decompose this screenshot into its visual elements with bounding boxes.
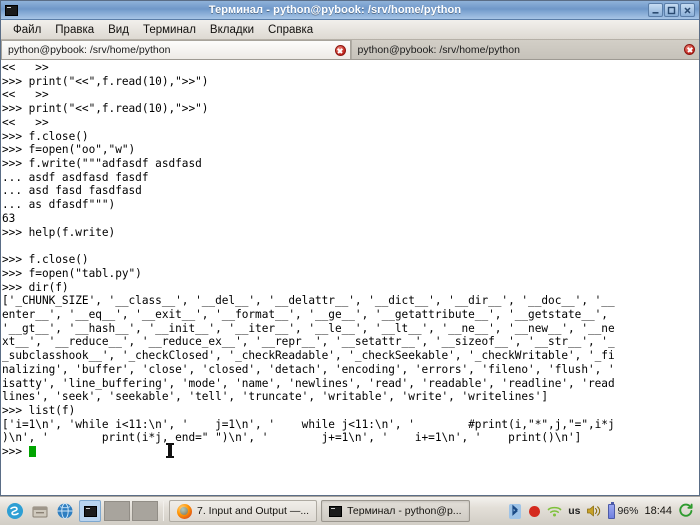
system-tray: us 96% 18:44 [508, 501, 696, 520]
terminal-line: 63 [2, 211, 16, 225]
window-title: Терминал - python@pybook: /srv/home/pyth… [208, 4, 462, 16]
wifi-icon[interactable] [547, 504, 562, 518]
terminal-line: >>> f.close() [2, 129, 89, 143]
power-icon[interactable] [678, 503, 694, 519]
task-label: Терминал - python@p... [347, 505, 462, 517]
taskbar-window-firefox[interactable]: 7. Input and Output —... [169, 500, 318, 522]
tab-label: python@pybook: /srv/home/python [357, 43, 520, 56]
tab-terminal-2[interactable]: python@pybook: /srv/home/python [350, 40, 699, 59]
volume-icon[interactable] [586, 504, 602, 518]
terminal-line: enter__', '__eq__', '__exit__', '__forma… [2, 307, 608, 321]
workspace-2[interactable] [132, 501, 158, 521]
terminal-line: xt__', '__reduce__', '__reduce_ex__', '_… [2, 335, 615, 349]
terminal-window: Терминал - python@pybook: /srv/home/pyth… [0, 0, 700, 496]
close-button[interactable] [680, 3, 695, 17]
terminal-line: lines', 'seek', 'seekable', 'tell', 'tru… [2, 390, 549, 404]
terminal-line: ['_CHUNK_SIZE', '__class__', '__del__', … [2, 294, 615, 308]
show-desktop-icon[interactable] [4, 500, 26, 522]
taskbar-window-terminal[interactable]: Терминал - python@p... [321, 500, 470, 522]
terminal-line: ['i=1\n', 'while i<11:\n', ' j=1\n', ' w… [2, 417, 615, 431]
terminal-line: >>> f.close() [2, 253, 89, 267]
terminal-prompt: >>> [2, 445, 29, 459]
terminal-line: << >> [2, 61, 49, 74]
firefox-icon [177, 503, 192, 519]
file-manager-icon[interactable] [29, 500, 51, 522]
terminal-cursor [28, 446, 36, 458]
terminal-line: )\n', ' print(i*j, end=" ")\n', ' j+=1\n… [2, 431, 582, 445]
terminal-prompt-line[interactable]: >>> [2, 445, 699, 459]
close-icon[interactable] [334, 44, 346, 56]
menu-help[interactable]: Справка [261, 22, 320, 38]
terminal-line: >>> list(f) [2, 403, 76, 417]
terminal-line: << >> [2, 88, 49, 102]
terminal-line: >>> print("<<",f.read(10),">>") [2, 74, 209, 88]
terminal-line: >>> dir(f) [2, 280, 69, 294]
battery-indicator[interactable]: 96% [608, 501, 639, 519]
terminal-line: >>> print("<<",f.read(10),">>") [2, 102, 209, 116]
menu-terminal[interactable]: Терминал [136, 22, 203, 38]
launcher-area [4, 500, 101, 522]
terminal-line: ... as dfasdf""") [2, 198, 116, 212]
terminal-line: isatty', 'line_buffering', 'mode', 'name… [2, 376, 615, 390]
taskbar-separator [163, 501, 164, 521]
battery-percent: 96% [617, 505, 639, 517]
terminal-line: >>> f=open("oo","w") [2, 143, 136, 157]
menu-file[interactable]: Файл [6, 22, 48, 38]
window-controls [648, 3, 695, 17]
terminal-line: nalizing', 'buffer', 'close', 'closed', … [2, 362, 615, 376]
terminal-line: << >> [2, 115, 49, 129]
terminal-line: '__gt__', '__hash__', '__init__', '__ite… [2, 321, 615, 335]
task-label: 7. Input and Output —... [197, 505, 310, 517]
maximize-button[interactable] [664, 3, 679, 17]
screen: Терминал - python@pybook: /srv/home/pyth… [0, 0, 700, 525]
terminal-line: >>> help(f.write) [2, 225, 116, 239]
menu-view[interactable]: Вид [101, 22, 136, 38]
close-icon[interactable] [684, 44, 695, 55]
terminal-icon [5, 4, 18, 16]
menubar: Файл Правка Вид Терминал Вкладки Справка [1, 20, 699, 40]
window-list: 7. Input and Output —... Терминал - pyth… [169, 500, 508, 522]
minimize-button[interactable] [648, 3, 663, 17]
terminal-output[interactable]: << >> >>> print("<<",f.read(10),">>") << >… [1, 60, 699, 495]
terminal-line: >>> f=open("tabl.py") [2, 266, 142, 280]
window-titlebar[interactable]: Терминал - python@pybook: /srv/home/pyth… [1, 1, 699, 20]
bluetooth-icon[interactable] [508, 503, 522, 520]
menu-edit[interactable]: Правка [48, 22, 101, 38]
record-indicator-icon[interactable] [528, 505, 541, 518]
clock[interactable]: 18:44 [644, 505, 672, 517]
web-browser-icon[interactable] [54, 500, 76, 522]
terminal-line: ... asdf asdfasd fasdf [2, 170, 149, 184]
terminal-launcher-icon[interactable] [79, 500, 101, 522]
menu-tabs[interactable]: Вкладки [203, 22, 261, 38]
terminal-line: _subclasshook__', '_checkClosed', '_chec… [2, 349, 615, 363]
tab-terminal-1[interactable]: python@pybook: /srv/home/python [1, 40, 351, 59]
workspace-1[interactable] [104, 501, 130, 521]
tab-bar: python@pybook: /srv/home/python python@p… [1, 40, 699, 60]
mouse-text-cursor [166, 443, 174, 458]
terminal-line: ... asd fasd fasdfasd [2, 184, 142, 198]
battery-icon [608, 501, 616, 519]
workspace-pager[interactable] [104, 501, 158, 521]
keyboard-layout-indicator[interactable]: us [568, 505, 580, 517]
tab-label: python@pybook: /srv/home/python [8, 44, 171, 56]
terminal-icon [329, 505, 343, 517]
taskbar: 7. Input and Output —... Терминал - pyth… [0, 496, 700, 525]
terminal-line: >>> f.write("""adfasdf asdfasd [2, 157, 202, 171]
